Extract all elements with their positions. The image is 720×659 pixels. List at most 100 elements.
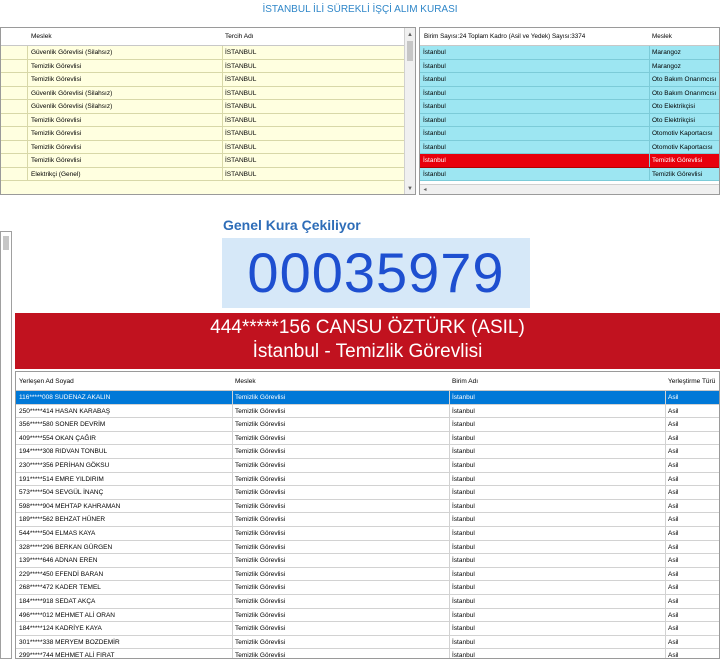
- preference-grid-header: Meslek Tercih Adı: [1, 28, 405, 46]
- column-divider: [232, 567, 233, 581]
- row-header[interactable]: [1, 100, 28, 113]
- column-divider: [449, 540, 450, 554]
- table-cell: Oto Elektrikçisi: [652, 116, 695, 124]
- table-row[interactable]: Temizlik Görevlisi İSTANBUL: [1, 127, 405, 141]
- table-row[interactable]: 356*****580 SONER DEVRİM Temizlik Görevli…: [16, 418, 719, 432]
- table-row[interactable]: Güvenlik Görevlisi (Silahsız) İSTANBUL: [1, 100, 405, 114]
- table-row[interactable]: İstanbul Oto Elektrikçisi: [420, 100, 719, 114]
- table-row[interactable]: 184*****124 KADRİYE KAYA Temizlik Görevli…: [16, 622, 719, 636]
- unit-grid-horizontal-scrollbar[interactable]: ◂: [420, 184, 719, 194]
- column-header-yerlesen-ad-soyad[interactable]: Yerleşen Ad Soyad: [19, 378, 74, 385]
- scroll-down-icon[interactable]: ▼: [405, 184, 415, 194]
- column-divider: [232, 595, 233, 608]
- table-row[interactable]: İstanbul Otomotiv Kaportacısı: [420, 140, 719, 154]
- table-row[interactable]: Elektrikçi (Genel) İSTANBUL: [1, 167, 405, 181]
- table-cell: İSTANBUL: [225, 157, 257, 164]
- row-header[interactable]: [1, 140, 28, 153]
- column-divider: [649, 154, 650, 167]
- row-header[interactable]: [1, 154, 28, 167]
- table-row[interactable]: Güvenlik Görevlisi (Silahsız) İSTANBUL: [1, 86, 405, 100]
- table-row[interactable]: İstanbul Temizlik Görevlisi: [420, 167, 719, 181]
- table-cell: İSTANBUL: [225, 103, 257, 110]
- table-cell: 299*****744 MEHMET ALİ FIRAT: [19, 652, 115, 659]
- preference-grid-vertical-scrollbar[interactable]: ▲ ▼: [404, 28, 415, 194]
- table-row[interactable]: İstanbul Marangoz: [420, 46, 719, 60]
- column-header-tercih-adi[interactable]: Tercih Adı: [225, 33, 254, 40]
- table-cell: Asil: [668, 652, 679, 659]
- column-header-yerlestirme-turu[interactable]: Yerleştirme Türü: [668, 378, 715, 385]
- table-row[interactable]: 544*****504 ELMAS KAYA Temizlik Görevlisi…: [16, 527, 719, 541]
- preference-grid[interactable]: Meslek Tercih Adı Güvenlik Görevlisi (Si…: [0, 27, 416, 195]
- table-row[interactable]: 268*****472 KADER TEMEL Temizlik Görevlis…: [16, 581, 719, 595]
- table-row[interactable]: İstanbul Oto Bakım Onarımcısı: [420, 73, 719, 87]
- row-header[interactable]: [1, 113, 28, 126]
- table-row[interactable]: Temizlik Görevlisi İSTANBUL: [1, 73, 405, 87]
- table-row[interactable]: İstanbul Oto Elektrikçisi: [420, 113, 719, 127]
- table-row[interactable]: Temizlik Görevlisi İSTANBUL: [1, 59, 405, 73]
- table-cell: İstanbul: [452, 434, 475, 442]
- table-cell: Temizlik Görevlisi: [235, 530, 286, 537]
- row-header[interactable]: [1, 127, 28, 140]
- table-row[interactable]: 598*****904 MEHTAP KAHRAMAN Temizlik Göre…: [16, 499, 719, 514]
- table-row[interactable]: 301*****338 MERYEM BOZDEMİR Temizlik Göre…: [16, 635, 719, 650]
- table-cell: Temizlik Görevlisi: [31, 157, 82, 164]
- table-row[interactable]: 194*****308 RIDVAN TONBUL Temizlik Görevl…: [16, 445, 719, 459]
- row-header[interactable]: [1, 86, 28, 99]
- table-row[interactable]: 328*****296 BERKAN GÜRGEN Temizlik Görevl…: [16, 540, 719, 555]
- table-cell: Asil: [668, 407, 679, 415]
- column-header-birim-sayisi[interactable]: Birim Sayısı:24 Toplam Kadro (Asil ve Ye…: [424, 33, 585, 40]
- table-row[interactable]: 139*****646 ADNAN EREN Temizlik Görevlisi…: [16, 554, 719, 568]
- table-cell: Asil: [668, 448, 679, 456]
- table-row[interactable]: 189*****562 BEHZAT HÜNER Temizlik Görevli…: [16, 513, 719, 527]
- table-row[interactable]: 409*****554 OKAN ÇAĞIR Temizlik Görevlisi…: [16, 431, 719, 446]
- table-cell: İstanbul: [452, 638, 475, 646]
- left-list-scrollbar[interactable]: [0, 231, 12, 659]
- table-cell: Asil: [668, 421, 679, 429]
- table-cell: Asil: [668, 489, 679, 497]
- table-cell: 409*****554 OKAN ÇAĞIR: [19, 434, 96, 442]
- table-cell: İstanbul: [452, 584, 475, 592]
- row-header[interactable]: [1, 59, 28, 72]
- table-row[interactable]: 299*****744 MEHMET ALİ FIRAT Temizlik Gör…: [16, 649, 719, 659]
- table-cell: İstanbul: [452, 462, 475, 469]
- table-row[interactable]: 191*****514 EMRE YILDIRIM Temizlik Görevl…: [16, 472, 719, 487]
- table-cell: Asil: [668, 625, 679, 633]
- unit-grid[interactable]: Birim Sayısı:24 Toplam Kadro (Asil ve Ye…: [419, 27, 720, 195]
- column-divider: [449, 595, 450, 608]
- table-row[interactable]: 184*****918 SEDAT AKÇA Temizlik Görevlisi…: [16, 595, 719, 609]
- column-header-meslek[interactable]: Meslek: [235, 378, 256, 385]
- table-row[interactable]: 230*****356 PERİHAN GÖKSU Temizlik Görevl…: [16, 459, 719, 473]
- table-row[interactable]: İstanbul Oto Bakım Onarımcısı: [420, 86, 719, 100]
- column-divider: [665, 635, 666, 649]
- scroll-left-icon[interactable]: ◂: [420, 185, 430, 194]
- table-row[interactable]: 229*****450 EFENDİ BARAN Temizlik Görevli…: [16, 567, 719, 582]
- scroll-thumb[interactable]: [3, 236, 9, 250]
- table-row[interactable]: 496*****012 MEHMET ALİ ORAN Temizlik Göre…: [16, 608, 719, 623]
- column-header-meslek[interactable]: Meslek: [31, 33, 52, 40]
- table-row[interactable]: Temizlik Görevlisi İSTANBUL: [1, 140, 405, 154]
- column-header-meslek[interactable]: Meslek: [652, 33, 672, 40]
- table-row[interactable]: 116*****008 SUDENAZ AKALIN Temizlik Görev…: [16, 391, 719, 405]
- scroll-thumb[interactable]: [407, 41, 413, 61]
- table-row[interactable]: Temizlik Görevlisi İSTANBUL: [1, 154, 405, 168]
- column-header-birim-adi[interactable]: Birim Adı: [452, 378, 478, 385]
- table-row[interactable]: Güvenlik Görevlisi (Silahsız) İSTANBUL: [1, 46, 405, 60]
- table-row[interactable]: İstanbul Otomotiv Kaportacısı: [420, 127, 719, 141]
- column-divider: [449, 404, 450, 418]
- table-cell: 191*****514 EMRE YILDIRIM: [19, 475, 104, 483]
- table-row[interactable]: Temizlik Görevlisi İSTANBUL: [1, 113, 405, 127]
- table-row[interactable]: İstanbul Marangoz: [420, 59, 719, 73]
- column-divider: [665, 445, 666, 458]
- scroll-up-icon[interactable]: ▲: [405, 30, 415, 40]
- row-header[interactable]: [1, 46, 28, 59]
- table-row[interactable]: İstanbul Temizlik Görevlisi: [420, 154, 719, 168]
- placement-grid[interactable]: Yerleşen Ad Soyad Meslek Birim Adı Yerle…: [15, 371, 720, 659]
- table-row[interactable]: 573*****504 SEVGÜL İNANÇ Temizlik Görevli…: [16, 486, 719, 500]
- row-header[interactable]: [1, 73, 28, 86]
- column-divider: [449, 459, 450, 472]
- column-divider: [665, 527, 666, 540]
- table-cell: Temizlik Görevlisi: [235, 625, 286, 633]
- row-header[interactable]: [1, 167, 28, 180]
- table-row[interactable]: 250*****414 HASAN KARABAŞ Temizlik Görevl…: [16, 404, 719, 419]
- table-cell: Temizlik Görevlisi: [235, 434, 286, 442]
